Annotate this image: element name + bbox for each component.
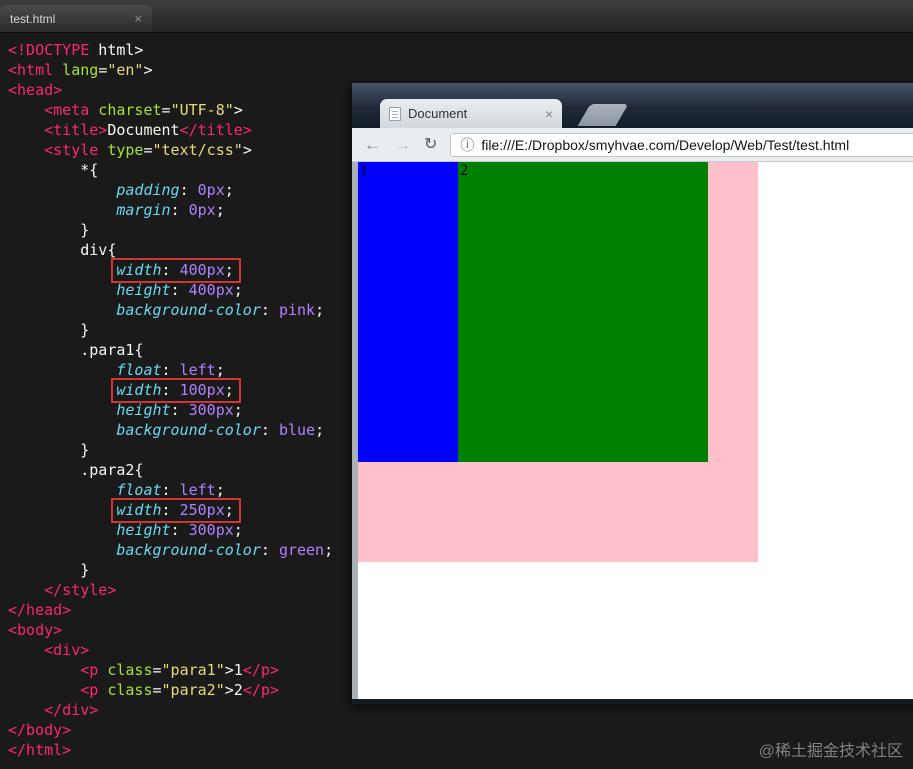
browser-window: Document × ← → ↻ ⓘ file:///E:/Dropbox/sm… bbox=[352, 83, 913, 704]
new-tab-button[interactable] bbox=[577, 104, 629, 126]
page-favicon-icon bbox=[389, 106, 401, 121]
browser-toolbar: ← → ↻ ⓘ file:///E:/Dropbox/smyhvae.com/D… bbox=[352, 128, 913, 162]
rendered-para1: 1 bbox=[358, 162, 458, 462]
browser-tab-close-icon[interactable]: × bbox=[545, 106, 553, 122]
screenshot-root: test.html × <!DOCTYPE html> <html lang="e… bbox=[0, 0, 913, 769]
editor-tab-title: test.html bbox=[10, 11, 56, 26]
browser-titlebar[interactable]: Document × bbox=[352, 83, 913, 128]
browser-tab-document[interactable]: Document × bbox=[380, 99, 562, 128]
browser-tab-title: Document bbox=[408, 106, 468, 121]
watermark: @稀土掘金技术社区 bbox=[758, 743, 903, 760]
reload-icon[interactable]: ↻ bbox=[424, 136, 437, 153]
code-line: <!DOCTYPE html> bbox=[8, 41, 144, 59]
rendered-div-container: 1 2 bbox=[358, 162, 758, 562]
browser-viewport: 1 2 bbox=[352, 162, 913, 699]
rendered-para2: 2 bbox=[458, 162, 708, 462]
editor-tab-close-icon[interactable]: × bbox=[134, 11, 142, 26]
url-text: file:///E:/Dropbox/smyhvae.com/Develop/W… bbox=[481, 136, 850, 153]
code-line: <html lang="en"> bbox=[8, 61, 153, 79]
back-icon[interactable]: ← bbox=[364, 136, 381, 153]
editor-tab-testhtml[interactable]: test.html × bbox=[0, 5, 152, 32]
editor-tab-bar: test.html × bbox=[0, 0, 913, 33]
info-icon[interactable]: ⓘ bbox=[460, 135, 474, 155]
forward-icon[interactable]: → bbox=[394, 136, 411, 153]
address-bar[interactable]: ⓘ file:///E:/Dropbox/smyhvae.com/Develop… bbox=[450, 132, 913, 157]
